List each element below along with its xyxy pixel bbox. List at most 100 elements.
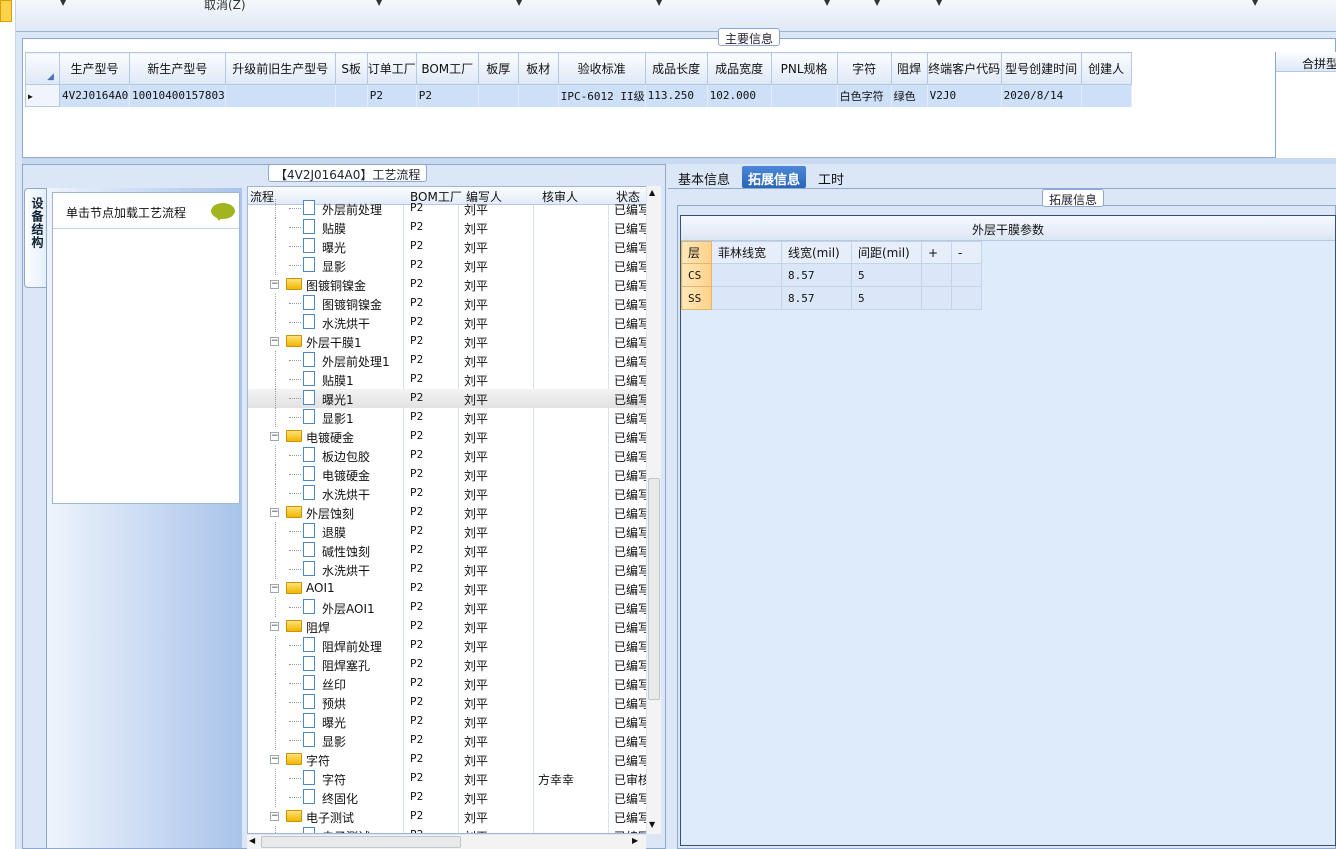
tree-row[interactable]: − 外层干膜1 P2 刘平 已编写	[248, 332, 648, 351]
tree-row[interactable]: 板边包胶 P2 刘平 已编写	[248, 446, 648, 465]
col-header[interactable]: 新生产型号	[129, 52, 226, 85]
tab-equipment-structure[interactable]: 设备结构	[24, 188, 46, 288]
col-header[interactable]: BOM工厂	[415, 52, 479, 85]
dropdown-arrow-icon[interactable]: ▼	[874, 0, 880, 7]
tree-row[interactable]: 贴膜 P2 刘平 已编写	[248, 218, 648, 237]
param-cell[interactable]: 5	[851, 286, 922, 310]
param-cell[interactable]	[921, 286, 952, 310]
table-cell[interactable]	[518, 84, 559, 107]
tree-row[interactable]: − 外层蚀刻 P2 刘平 已编写	[248, 503, 648, 522]
param-cell[interactable]	[951, 263, 982, 287]
tree-row[interactable]: − 图镀铜镍金 P2 刘平 已编写	[248, 275, 648, 294]
row-pointer-icon[interactable]: ▶	[25, 84, 60, 107]
dropdown-arrow-icon[interactable]: ▼	[656, 0, 662, 7]
col-header[interactable]: 字符	[836, 52, 892, 85]
table-cell[interactable]	[335, 84, 368, 107]
param-cell[interactable]	[921, 263, 952, 287]
tree-row[interactable]: 阻焊前处理 P2 刘平 已编写	[248, 636, 648, 655]
tree-row[interactable]: 阻焊塞孔 P2 刘平 已编写	[248, 655, 648, 674]
remove-column-button[interactable]: -	[951, 241, 982, 264]
tree-row[interactable]: 终固化 P2 刘平 已编写	[248, 788, 648, 807]
vertical-scrollbar[interactable]: ▲ ▼	[646, 186, 661, 834]
collapse-icon[interactable]: −	[270, 508, 279, 517]
tree-row[interactable]: 水洗烘干 P2 刘平 已编写	[248, 484, 648, 503]
param-cell[interactable]: 8.57	[781, 286, 852, 310]
tab-extended-info[interactable]: 拓展信息	[742, 166, 807, 188]
table-cell[interactable]: 102.000	[707, 84, 772, 107]
table-cell[interactable]: 4V2J0164A0	[59, 84, 130, 107]
col-header[interactable]: 升级前旧生产型号	[224, 52, 336, 85]
tree-row[interactable]: 显影 P2 刘平 已编写	[248, 731, 648, 750]
dropdown-arrow-icon[interactable]: ▼	[1252, 0, 1258, 7]
tree-row[interactable]: 贴膜1 P2 刘平 已编写	[248, 370, 648, 389]
tree-row[interactable]: 曝光 P2 刘平 已编写	[248, 237, 648, 256]
table-cell[interactable]: 白色字符	[837, 84, 892, 107]
table-row[interactable]: ▶ 4V2J0164A0 10010400157803 P2 P2 IPC-6012 II…	[25, 84, 1132, 107]
tree-row[interactable]: 显影 P2 刘平 已编写	[248, 256, 648, 275]
param-cell[interactable]	[711, 263, 782, 287]
collapse-icon[interactable]: −	[270, 812, 279, 821]
tree-row[interactable]: 退膜 P2 刘平 已编写	[248, 522, 648, 541]
tree-row[interactable]: 丝印 P2 刘平 已编写	[248, 674, 648, 693]
tree-row[interactable]: 曝光1 P2 刘平 已编写	[248, 389, 648, 408]
table-cell[interactable]: V2J0	[927, 84, 1002, 107]
col-header[interactable]: 验收标准	[557, 52, 646, 85]
col-header[interactable]: 板材	[517, 52, 559, 85]
dropdown-arrow-icon[interactable]: ▼	[516, 0, 522, 7]
table-cell[interactable]: 绿色	[891, 84, 928, 107]
horizontal-scrollbar[interactable]: ◀ ▶	[247, 834, 646, 849]
param-cell[interactable]: 5	[851, 263, 922, 287]
h-scroll-thumb[interactable]	[261, 836, 461, 848]
tree-row[interactable]: 电子测试P2刘平已编写	[248, 826, 648, 833]
param-cell[interactable]	[711, 286, 782, 310]
tree-row[interactable]: 图镀铜镍金 P2 刘平 已编写	[248, 294, 648, 313]
scroll-up-icon[interactable]: ▲	[649, 188, 655, 197]
dropdown-arrow-icon[interactable]: ▼	[60, 0, 66, 7]
cancel-button[interactable]: 取消(Z)	[204, 0, 246, 13]
scroll-thumb[interactable]	[648, 478, 660, 700]
tree-row[interactable]: 预烘 P2 刘平 已编写	[248, 693, 648, 712]
load-hint-header[interactable]: 单击节点加载工艺流程	[53, 193, 239, 229]
col-header[interactable]: PNL规格	[770, 52, 838, 85]
tree-row[interactable]: 外层前处理1 P2 刘平 已编写	[248, 351, 648, 370]
tab-work-hours[interactable]: 工时	[812, 166, 850, 188]
tree-row[interactable]: − 阻焊 P2 刘平 已编写	[248, 617, 648, 636]
tree-row[interactable]: 水洗烘干 P2 刘平 已编写	[248, 560, 648, 579]
col-header[interactable]: S板	[334, 52, 368, 85]
layer-cell[interactable]: SS	[681, 286, 712, 310]
table-cell[interactable]	[225, 84, 336, 107]
col-header[interactable]: 阻焊	[890, 52, 928, 85]
row-indicator-header[interactable]: ◢	[25, 52, 60, 85]
dropdown-arrow-icon[interactable]: ▼	[824, 0, 830, 7]
tree-row[interactable]: 外层前处理 P2 刘平 已编写	[248, 199, 648, 218]
col-header[interactable]: 成品宽度	[706, 52, 772, 85]
table-cell[interactable]: 10010400157803	[129, 84, 226, 107]
tree-row[interactable]: 显影1 P2 刘平 已编写	[248, 408, 648, 427]
tree-row[interactable]: 外层AOI1 P2 刘平 已编写	[248, 598, 648, 617]
tree-row[interactable]: − 电镀硬金 P2 刘平 已编写	[248, 427, 648, 446]
table-cell[interactable]: P2	[367, 84, 417, 107]
nav-marker[interactable]	[0, 0, 12, 22]
scroll-right-icon[interactable]: ▶	[632, 836, 638, 845]
col-header[interactable]: 型号创建时间	[1000, 52, 1082, 85]
col-header[interactable]: 终端客户代码	[926, 52, 1002, 85]
col-header[interactable]: 成品长度	[644, 52, 708, 85]
collapse-icon[interactable]: −	[270, 432, 279, 441]
table-cell[interactable]: P2	[416, 84, 479, 107]
table-cell[interactable]	[1081, 84, 1132, 107]
tree-row[interactable]: − 字符 P2 刘平 已编写	[248, 750, 648, 769]
param-cell[interactable]	[951, 286, 982, 310]
tree-row[interactable]: 曝光 P2 刘平 已编写	[248, 712, 648, 731]
collapse-icon[interactable]: −	[270, 622, 279, 631]
tree-row[interactable]: 水洗烘干 P2 刘平 已编写	[248, 313, 648, 332]
table-cell[interactable]	[771, 84, 838, 107]
tree-row[interactable]: 字符 P2 刘平 方幸幸 已审核	[248, 769, 648, 788]
col-header[interactable]: 板厚	[477, 52, 519, 85]
collapse-icon[interactable]: −	[270, 280, 279, 289]
scroll-down-icon[interactable]: ▼	[649, 820, 655, 829]
layer-cell[interactable]: CS	[681, 263, 712, 287]
collapse-icon[interactable]: −	[270, 584, 279, 593]
dropdown-arrow-icon[interactable]: ▼	[936, 0, 942, 7]
col-header[interactable]: 生产型号	[59, 52, 130, 85]
collapse-icon[interactable]: −	[270, 755, 279, 764]
